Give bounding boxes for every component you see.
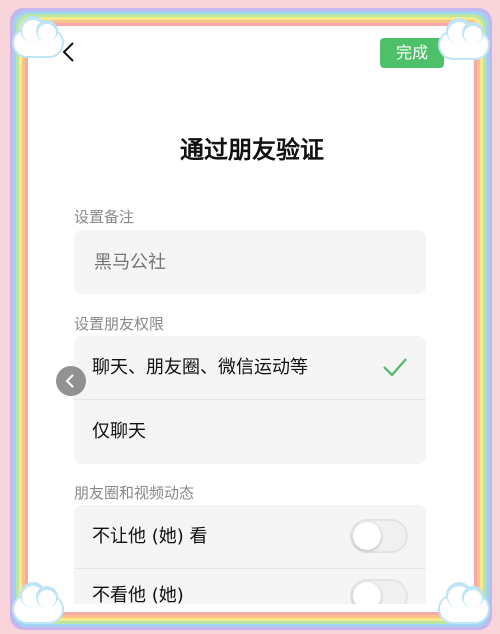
remark-card [74,230,426,296]
permission-option-chat-only[interactable]: 仅聊天 [74,400,426,464]
cloud-decoration [14,586,62,622]
toggle-knob [353,522,381,550]
permissions-card: 聊天、朋友圈、微信运动等 仅聊天 [74,336,426,464]
toggle-row-hide-from: 不让他 (她) 看 [74,505,426,569]
cloud-decoration [440,586,488,622]
remark-section-label: 设置备注 [74,208,135,226]
toggle-row-dont-see: 不看他 (她) [74,569,426,604]
app-screen: 完成 通过朋友验证 设置备注 设置朋友权限 聊天、朋友圈、微信运动等 仅聊天 朋… [44,38,460,604]
chevron-left-icon [65,374,74,388]
permission-option-all[interactable]: 聊天、朋友圈、微信运动等 [74,336,426,400]
moments-card: 不让他 (她) 看 不看他 (她) [74,505,426,604]
toggle-label: 不看他 (她) [92,585,184,604]
floating-back-button[interactable] [56,366,86,396]
moments-section-label: 朋友圈和视频动态 [74,484,195,502]
toggle-label: 不让他 (她) 看 [92,526,208,547]
permissions-section-label: 设置朋友权限 [74,315,165,333]
remark-input[interactable] [92,230,396,296]
page-title: 通过朋友验证 [180,136,324,164]
permission-option-label: 仅聊天 [92,421,146,442]
done-button[interactable]: 完成 [380,38,444,68]
cloud-decoration [14,20,62,56]
cloud-decoration [440,22,488,58]
checkmark-icon [383,358,407,377]
hide-their-moments-toggle[interactable] [350,579,408,604]
hide-my-moments-toggle[interactable] [350,519,408,553]
toggle-knob [353,582,381,604]
permission-option-label: 聊天、朋友圈、微信运动等 [92,357,308,378]
